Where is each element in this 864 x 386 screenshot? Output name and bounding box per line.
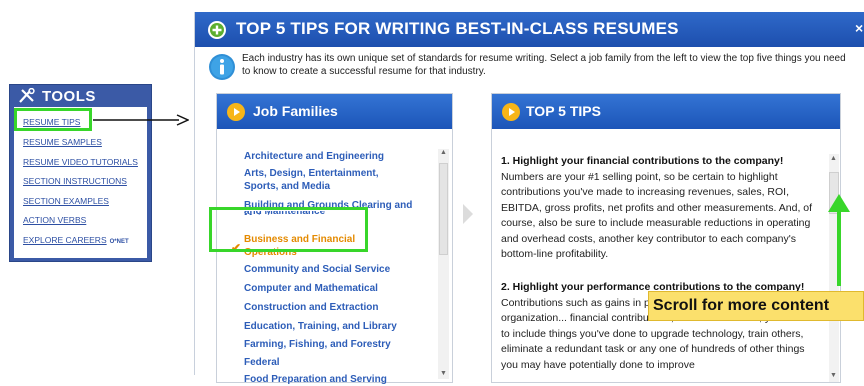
highlight-selected-job-family [209, 207, 368, 252]
play-icon [502, 103, 520, 121]
job-family-item[interactable]: Computer and Mathematical [244, 282, 414, 295]
tools-icon [19, 88, 35, 103]
job-family-item[interactable]: Farming, Fishing, and Forestry [244, 338, 414, 351]
tool-link-section-instructions[interactable]: SECTION INSTRUCTIONS [23, 176, 127, 186]
info-icon [209, 54, 235, 80]
scroll-down-icon[interactable]: ▼ [440, 370, 447, 377]
top-tips-title: TOP 5 TIPS [526, 103, 601, 119]
scroll-up-icon[interactable]: ▲ [830, 155, 837, 162]
tool-link-action-verbs[interactable]: ACTION VERBS [23, 215, 86, 225]
job-family-item[interactable]: Federal [244, 356, 414, 369]
top-tips-panel: TOP 5 TIPS 1. Highlight your financial c… [491, 93, 841, 383]
job-family-item[interactable]: Architecture and Engineering [244, 150, 414, 163]
main-header: TOP 5 TIPS FOR WRITING BEST-IN-CLASS RES… [195, 12, 864, 47]
scroll-up-icon[interactable]: ▲ [440, 149, 447, 156]
job-family-item[interactable]: Construction and Extraction [244, 301, 414, 314]
play-icon [227, 103, 245, 121]
job-family-item[interactable]: Community and Social Service [244, 263, 414, 276]
tip-1-body: Numbers are your #1 selling point, so be… [501, 170, 813, 261]
tool-link-explore-careers[interactable]: EXPLORE CAREERS [23, 235, 107, 245]
tool-link-section-examples[interactable]: SECTION EXAMPLES [23, 196, 109, 206]
tip-1: 1. Highlight your financial contribution… [501, 154, 821, 263]
intro-text: Each industry has its own unique set of … [242, 53, 846, 77]
chevron-right-icon [463, 204, 473, 224]
job-families-title: Job Families [253, 103, 338, 119]
onet-badge: O*NET [109, 239, 129, 245]
tools-title: TOOLS [42, 88, 96, 105]
scroll-callout-text: Scroll for more content [653, 297, 830, 314]
job-family-item[interactable]: Education, Training, and Library [244, 320, 434, 333]
plus-icon[interactable] [207, 20, 227, 40]
tool-link-resume-samples[interactable]: RESUME SAMPLES [23, 137, 102, 147]
scroll-callout: Scroll for more content [648, 291, 864, 321]
scroll-down-icon[interactable]: ▼ [830, 372, 837, 379]
top-tips-header: TOP 5 TIPS [492, 94, 840, 129]
job-families-scroll-thumb[interactable] [439, 163, 448, 255]
tool-link-resume-video-tutorials[interactable]: RESUME VIDEO TUTORIALS [23, 157, 138, 167]
green-arrow-icon [828, 194, 850, 286]
highlight-resume-tips [14, 108, 92, 131]
tool-link-explore-careers-row: EXPLORE CAREERS O*NET [23, 235, 129, 245]
pointer-arrow [93, 114, 189, 126]
tip-1-heading: 1. Highlight your financial contribution… [501, 155, 784, 167]
tools-header: TOOLS [10, 85, 151, 107]
job-family-item[interactable]: Arts, Design, Entertainment, Sports, and… [244, 167, 414, 193]
job-families-header: Job Families [217, 94, 452, 129]
close-icon[interactable]: × [855, 20, 863, 36]
main-title: TOP 5 TIPS FOR WRITING BEST-IN-CLASS RES… [236, 19, 679, 38]
